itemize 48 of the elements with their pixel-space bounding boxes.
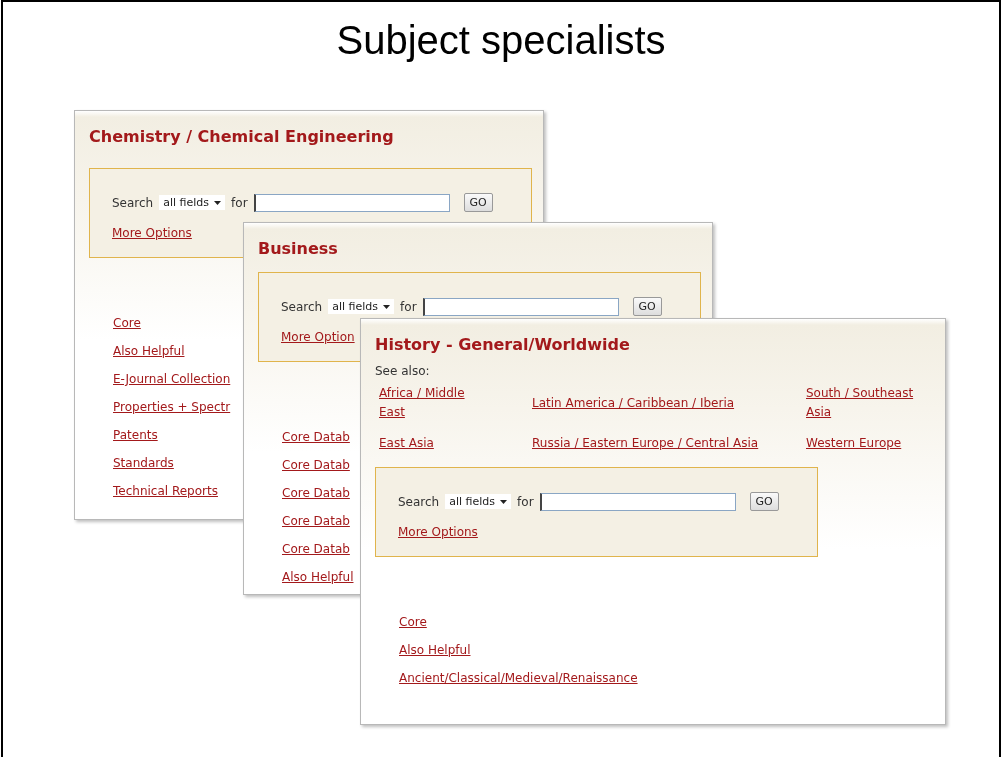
for-label: for — [231, 195, 248, 210]
resource-link[interactable]: Core Datab — [282, 484, 350, 503]
region-link[interactable]: Latin America / Caribbean / Iberia — [532, 393, 735, 413]
caret-icon — [214, 200, 222, 205]
resource-link[interactable]: E-Journal Collection — [113, 370, 231, 389]
resource-link[interactable]: Also Helpful — [399, 641, 471, 660]
resource-link[interactable]: Also Helpful — [282, 568, 354, 587]
more-options-link[interactable]: More Options — [398, 523, 478, 542]
search-label: Search — [398, 494, 440, 509]
go-button[interactable]: GO — [463, 193, 493, 212]
region-link[interactable]: East Asia — [379, 434, 434, 453]
resource-link[interactable]: Core Datab — [282, 512, 350, 531]
see-also-label: See also: — [375, 364, 430, 378]
page-heading: Chemistry / Chemical Engineering — [89, 127, 394, 146]
resource-link[interactable]: Ancient/Classical/Medieval/Renaissance — [399, 669, 638, 688]
resource-link[interactable]: Standards — [113, 454, 174, 473]
resource-link[interactable]: Technical Reports — [113, 482, 218, 501]
resource-link[interactable]: Core Datab — [282, 540, 350, 559]
scope-dropdown[interactable]: all fields — [159, 195, 226, 210]
resource-link[interactable]: Properties + Spectr — [113, 398, 231, 417]
region-link[interactable]: Western Europe — [806, 434, 902, 453]
search-field[interactable] — [422, 297, 619, 316]
scope-dropdown[interactable]: all fields — [445, 494, 512, 509]
scope-dropdown[interactable]: all fields — [328, 299, 395, 314]
more-options-link[interactable]: More Option — [281, 328, 355, 347]
resource-link[interactable]: Core — [399, 613, 427, 632]
for-label: for — [517, 494, 534, 509]
search-field[interactable] — [253, 193, 450, 212]
resource-link[interactable]: Core Datab — [282, 428, 350, 447]
caret-icon — [500, 499, 508, 504]
go-button[interactable]: GO — [632, 297, 662, 316]
caret-icon — [383, 304, 391, 309]
page-heading: Business — [258, 239, 338, 258]
resource-link[interactable]: Core — [113, 314, 141, 333]
search-label: Search — [281, 299, 323, 314]
region-link[interactable]: South / Southeast Asia — [806, 384, 936, 422]
resource-link[interactable]: Core Datab — [282, 456, 350, 475]
go-button[interactable]: GO — [749, 492, 779, 511]
resource-link[interactable]: Patents — [113, 426, 158, 445]
page-heading: History - General/Worldwide — [375, 335, 630, 354]
search-label: Search — [112, 195, 154, 210]
search-field[interactable] — [539, 492, 736, 511]
for-label: for — [400, 299, 417, 314]
region-link[interactable]: Africa / Middle East — [379, 384, 489, 422]
resource-link[interactable]: Also Helpful — [113, 342, 185, 361]
more-options-link[interactable]: More Options — [112, 224, 192, 243]
region-link[interactable]: Russia / Eastern Europe / Central Asia — [532, 434, 759, 453]
slide-title: Subject specialists — [336, 18, 666, 63]
